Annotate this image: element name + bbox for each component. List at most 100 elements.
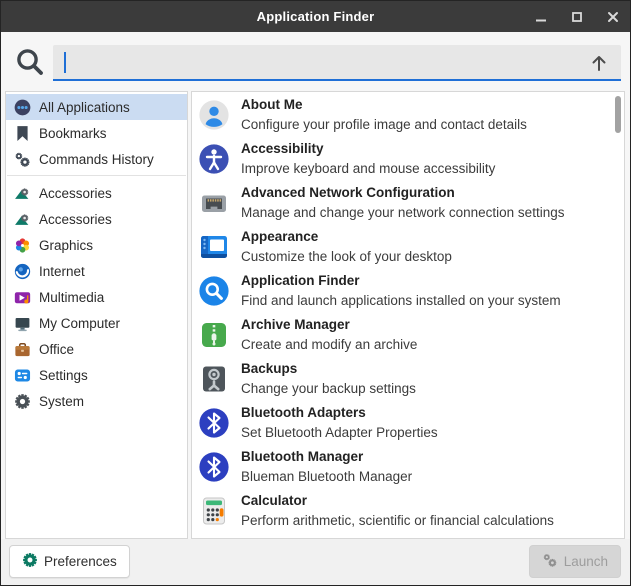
bluetooth-icon bbox=[198, 451, 230, 483]
bookmarks-icon bbox=[13, 124, 31, 142]
app-item-name: Archive Manager bbox=[241, 315, 417, 335]
application-list: About MeConfigure your profile image and… bbox=[191, 91, 625, 539]
app-item-text: About MeConfigure your profile image and… bbox=[241, 95, 527, 135]
app-item-description: Improve keyboard and mouse accessibility bbox=[241, 159, 495, 179]
sidebar: All Applications Bookmarks Commands Histor… bbox=[5, 91, 188, 539]
office-icon bbox=[13, 340, 31, 358]
appearance-icon bbox=[198, 231, 230, 263]
bluetooth-icon bbox=[198, 407, 230, 439]
about-me-icon bbox=[198, 99, 230, 131]
accessories-icon bbox=[13, 184, 31, 202]
sidebar-item-graphics[interactable]: Graphics bbox=[6, 232, 187, 258]
sidebar-item-label: Internet bbox=[39, 264, 85, 279]
app-item-description: Find and launch applications installed o… bbox=[241, 291, 561, 311]
sidebar-item-my-computer[interactable]: My Computer bbox=[6, 310, 187, 336]
close-icon[interactable] bbox=[606, 10, 620, 24]
app-item-name: Bluetooth Adapters bbox=[241, 403, 438, 423]
calculator-icon bbox=[198, 495, 230, 527]
sidebar-item-label: My Computer bbox=[39, 316, 120, 331]
app-item-name: Appearance bbox=[241, 227, 452, 247]
app-item-description: Change your backup settings bbox=[241, 379, 416, 399]
app-item-description: Set Bluetooth Adapter Properties bbox=[241, 423, 438, 443]
sidebar-item-accessories[interactable]: Accessories bbox=[6, 206, 187, 232]
system-icon bbox=[13, 392, 31, 410]
app-item-backups[interactable]: BackupsChange your backup settings bbox=[192, 357, 624, 401]
app-item-text: BackupsChange your backup settings bbox=[241, 359, 416, 399]
sidebar-item-all-applications[interactable]: All Applications bbox=[6, 94, 187, 120]
sidebar-item-system[interactable]: System bbox=[6, 388, 187, 414]
internet-icon bbox=[13, 262, 31, 280]
app-item-name: Calculator bbox=[241, 491, 554, 511]
settings-icon bbox=[13, 366, 31, 384]
network-icon bbox=[198, 187, 230, 219]
graphics-icon bbox=[13, 236, 31, 254]
archive-manager-icon bbox=[198, 319, 230, 351]
preferences-icon bbox=[22, 552, 38, 571]
main-area: All Applications Bookmarks Commands Histor… bbox=[5, 91, 625, 539]
preferences-button-label: Preferences bbox=[44, 554, 117, 569]
app-item-advanced-network-configuration[interactable]: Advanced Network ConfigurationManage and… bbox=[192, 181, 624, 225]
titlebar: Application Finder bbox=[1, 1, 630, 32]
sidebar-item-office[interactable]: Office bbox=[6, 336, 187, 362]
application-finder-icon bbox=[198, 275, 230, 307]
app-item-text: AccessibilityImprove keyboard and mouse … bbox=[241, 139, 495, 179]
app-item-text: Archive ManagerCreate and modify an arch… bbox=[241, 315, 417, 355]
sidebar-item-label: Bookmarks bbox=[39, 126, 107, 141]
sidebar-item-label: Accessories bbox=[39, 186, 112, 201]
application-finder-window: Application Finder All Applications Bookm… bbox=[0, 0, 631, 586]
preferences-button[interactable]: Preferences bbox=[9, 545, 130, 578]
app-item-archive-manager[interactable]: Archive ManagerCreate and modify an arch… bbox=[192, 313, 624, 357]
backups-icon bbox=[198, 363, 230, 395]
sidebar-item-commands-history[interactable]: Commands History bbox=[6, 146, 187, 172]
up-arrow-icon[interactable] bbox=[589, 53, 609, 78]
search-input[interactable] bbox=[63, 45, 587, 79]
app-item-description: Perform arithmetic, scientific or financ… bbox=[241, 511, 554, 531]
minimize-icon[interactable] bbox=[534, 10, 548, 24]
app-item-text: CalculatorPerform arithmetic, scientific… bbox=[241, 491, 554, 531]
app-item-text: Bluetooth ManagerBlueman Bluetooth Manag… bbox=[241, 447, 412, 487]
commands-history-icon bbox=[13, 150, 31, 168]
my-computer-icon bbox=[13, 314, 31, 332]
launch-button[interactable]: Launch bbox=[529, 545, 621, 578]
app-item-name: Backups bbox=[241, 359, 416, 379]
app-item-text: AppearanceCustomize the look of your des… bbox=[241, 227, 452, 267]
search-entry bbox=[53, 45, 621, 81]
sidebar-item-label: Accessories bbox=[39, 212, 112, 227]
accessibility-icon bbox=[198, 143, 230, 175]
app-item-description: Configure your profile image and contact… bbox=[241, 115, 527, 135]
maximize-icon[interactable] bbox=[570, 10, 584, 24]
all-applications-icon bbox=[13, 98, 31, 116]
scrollbar-thumb[interactable] bbox=[615, 96, 621, 133]
app-item-text: Application FinderFind and launch applic… bbox=[241, 271, 561, 311]
window-controls bbox=[534, 1, 620, 32]
sidebar-item-label: System bbox=[39, 394, 84, 409]
app-item-name: Accessibility bbox=[241, 139, 495, 159]
app-item-name: Bluetooth Manager bbox=[241, 447, 412, 467]
app-item-bluetooth-adapters[interactable]: Bluetooth AdaptersSet Bluetooth Adapter … bbox=[192, 401, 624, 445]
sidebar-item-settings[interactable]: Settings bbox=[6, 362, 187, 388]
app-item-description: Customize the look of your desktop bbox=[241, 247, 452, 267]
app-item-text: Bluetooth AdaptersSet Bluetooth Adapter … bbox=[241, 403, 438, 443]
app-item-calculator[interactable]: CalculatorPerform arithmetic, scientific… bbox=[192, 489, 624, 533]
app-item-bluetooth-manager[interactable]: Bluetooth ManagerBlueman Bluetooth Manag… bbox=[192, 445, 624, 489]
window-title: Application Finder bbox=[257, 9, 375, 24]
sidebar-item-label: Settings bbox=[39, 368, 88, 383]
sidebar-item-accessories[interactable]: Accessories bbox=[6, 180, 187, 206]
sidebar-item-bookmarks[interactable]: Bookmarks bbox=[6, 120, 187, 146]
app-item-appearance[interactable]: AppearanceCustomize the look of your des… bbox=[192, 225, 624, 269]
app-item-accessibility[interactable]: AccessibilityImprove keyboard and mouse … bbox=[192, 137, 624, 181]
sidebar-separator bbox=[7, 175, 186, 176]
accessories-icon bbox=[13, 210, 31, 228]
multimedia-icon bbox=[13, 288, 31, 306]
app-item-description: Manage and change your network connectio… bbox=[241, 203, 564, 223]
app-item-description: Blueman Bluetooth Manager bbox=[241, 467, 412, 487]
app-item-about-me[interactable]: About MeConfigure your profile image and… bbox=[192, 93, 624, 137]
sidebar-item-label: Multimedia bbox=[39, 290, 104, 305]
sidebar-item-internet[interactable]: Internet bbox=[6, 258, 187, 284]
app-item-text: Advanced Network ConfigurationManage and… bbox=[241, 183, 564, 223]
launch-gears-icon bbox=[542, 552, 558, 571]
search-icon bbox=[14, 46, 46, 83]
sidebar-item-label: Office bbox=[39, 342, 74, 357]
sidebar-item-multimedia[interactable]: Multimedia bbox=[6, 284, 187, 310]
app-item-application-finder[interactable]: Application FinderFind and launch applic… bbox=[192, 269, 624, 313]
